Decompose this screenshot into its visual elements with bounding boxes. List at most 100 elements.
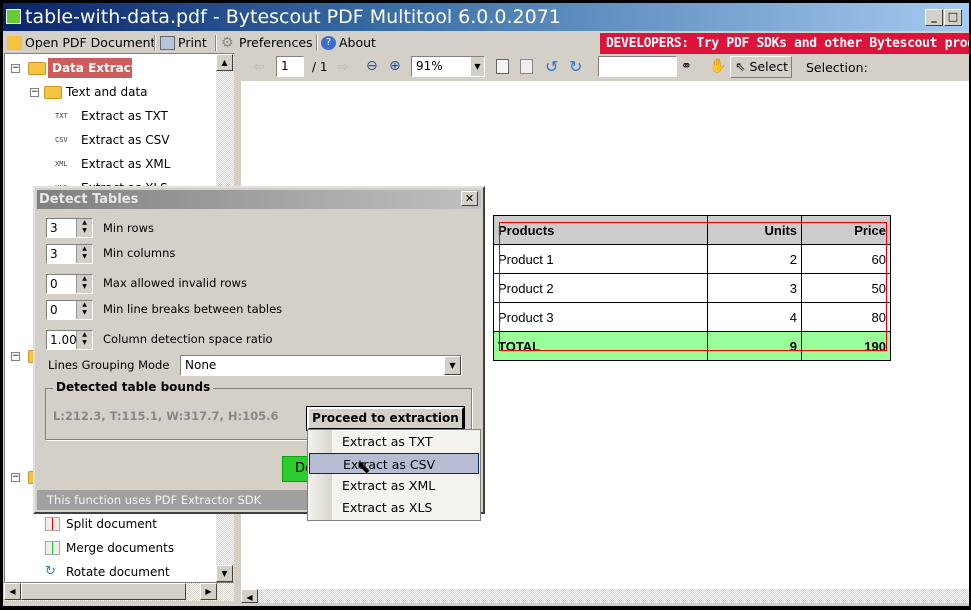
grouping-value: None: [185, 358, 217, 372]
scroll-left-button[interactable]: ◀: [241, 589, 258, 603]
proceed-to-extraction-button[interactable]: Proceed to extraction: [306, 406, 465, 431]
dialog-title: Detect Tables: [37, 190, 481, 209]
select-tool-button[interactable]: ⇖ Select: [730, 56, 792, 78]
tree-node-label: Data Extraction: [48, 58, 132, 78]
stepper-value: 0: [50, 277, 58, 291]
hand-tool-icon[interactable]: ✋: [709, 58, 726, 74]
txt-icon: TXT: [55, 112, 68, 120]
collapse-icon[interactable]: −: [11, 472, 20, 482]
min-columns-stepper[interactable]: 3 ▲ ▼: [46, 244, 93, 264]
min-line-breaks-stepper[interactable]: 0 ▲ ▼: [46, 300, 93, 320]
max-invalid-rows-stepper[interactable]: 0 ▲ ▼: [46, 274, 93, 294]
stepper-value: 3: [50, 247, 58, 261]
search-input[interactable]: [598, 56, 677, 77]
min-columns-label: Min columns: [103, 246, 176, 260]
minimize-button[interactable]: _: [925, 9, 943, 26]
spin-arrows-icon[interactable]: ▲ ▼: [76, 301, 92, 319]
separator: [154, 35, 156, 51]
tree-node-data-extraction[interactable]: − Data Extraction: [11, 58, 132, 78]
menu-item-extract-csv[interactable]: Extract as CSV: [309, 453, 479, 474]
tree-item-label: Split document: [66, 517, 157, 531]
page-number-input[interactable]: 1: [276, 56, 304, 77]
preferences-button[interactable]: ⚙ Preferences: [221, 34, 313, 51]
zoom-select[interactable]: 91% ▼: [411, 56, 485, 77]
zoom-out-icon[interactable]: ⊖: [366, 58, 378, 74]
printer-icon: [160, 35, 175, 50]
separator: [215, 35, 217, 51]
tree-node-text-and-data[interactable]: − Text and data: [30, 82, 148, 102]
cursor-icon: ⇖: [735, 59, 746, 74]
tree-item-label: Rotate document: [66, 565, 170, 579]
tree-item-extract-xml[interactable]: XML Extract as XML: [55, 154, 170, 174]
maximize-button[interactable]: □: [944, 9, 962, 26]
xml-icon: XML: [55, 160, 68, 168]
min-rows-label: Min rows: [103, 221, 154, 235]
open-folder-icon: [7, 35, 22, 50]
page-total: / 1: [312, 60, 328, 74]
tree-horizontal-scrollbar[interactable]: ◀ ▶: [4, 583, 234, 601]
detected-bounds-value: L:212.3, T:115.1, W:317.7, H:105.6: [53, 409, 279, 423]
tree-item-extract-txt[interactable]: TXT Extract as TXT: [55, 106, 168, 126]
tree-item-rotate[interactable]: ↻ Rotate document: [45, 562, 170, 582]
single-page-icon[interactable]: [496, 59, 509, 74]
print-button[interactable]: Print: [160, 34, 207, 51]
spin-arrows-icon[interactable]: ▲ ▼: [76, 245, 92, 263]
next-page-icon[interactable]: ⇨: [337, 59, 349, 75]
detected-table-bounds-overlay: [499, 222, 887, 351]
rotate-right-icon[interactable]: ↻: [569, 57, 582, 76]
min-line-breaks-label: Min line breaks between tables: [103, 302, 283, 316]
min-rows-stepper[interactable]: 3 ▲ ▼: [46, 218, 93, 238]
developers-promo-banner[interactable]: DEVELOPERS: Try PDF SDKs and other Bytes…: [600, 33, 969, 54]
tree-item-merge[interactable]: Merge documents: [45, 538, 174, 558]
mouse-cursor-icon: ⬉: [356, 457, 372, 478]
collapse-icon[interactable]: −: [30, 87, 39, 97]
open-label: Open PDF Document: [25, 35, 156, 50]
column-space-ratio-label: Column detection space ratio: [103, 332, 273, 346]
print-label: Print: [178, 35, 207, 50]
merge-icon: [45, 541, 60, 555]
binoculars-icon[interactable]: ⚭: [681, 59, 692, 74]
app-icon: [6, 9, 21, 24]
scroll-down-button[interactable]: ▼: [216, 565, 233, 582]
page-layout-icon[interactable]: [520, 59, 533, 74]
tree-item-label: Extract as TXT: [81, 109, 168, 123]
spin-arrows-icon[interactable]: ▲ ▼: [76, 275, 92, 293]
zoom-in-icon[interactable]: ⊕: [389, 58, 401, 74]
spin-arrows-icon[interactable]: ▲ ▼: [76, 331, 92, 349]
scroll-up-button[interactable]: ▲: [216, 54, 233, 71]
scroll-left-button[interactable]: ◀: [4, 583, 21, 600]
tree-node-label: Text and data: [66, 85, 148, 99]
open-pdf-button[interactable]: Open PDF Document: [7, 34, 155, 51]
prev-page-icon[interactable]: ⇦: [253, 59, 265, 75]
stepper-value: 3: [50, 221, 58, 235]
tree-item-label: Extract as CSV: [81, 133, 170, 147]
scroll-thumb[interactable]: [21, 583, 186, 600]
tree-item-split[interactable]: Split document: [45, 514, 157, 534]
extraction-menu: Extract as TXT Extract as CSV Extract as…: [307, 429, 481, 521]
selection-label: Selection:: [806, 60, 868, 75]
collapse-icon[interactable]: −: [11, 63, 20, 73]
about-button[interactable]: ? About: [321, 34, 376, 51]
title-bar: table-with-data.pdf - Bytescout PDF Mult…: [3, 3, 969, 31]
menu-item-extract-xml[interactable]: Extract as XML: [309, 475, 479, 496]
menu-item-extract-txt[interactable]: Extract as TXT: [309, 431, 479, 452]
about-label: About: [339, 35, 376, 50]
dialog-close-button[interactable]: ✕: [461, 191, 478, 206]
spin-arrows-icon[interactable]: ▲ ▼: [76, 219, 92, 237]
menu-item-extract-xls[interactable]: Extract as XLS: [309, 497, 479, 518]
scroll-right-button[interactable]: ▶: [200, 583, 217, 600]
lines-grouping-select[interactable]: None ▼: [180, 355, 462, 376]
stepper-value: 0: [50, 303, 58, 317]
chevron-down-icon[interactable]: ▼: [471, 57, 484, 76]
preferences-label: Preferences: [239, 35, 313, 50]
rotate-left-icon[interactable]: ↺: [545, 57, 558, 76]
chevron-down-icon[interactable]: ▼: [444, 356, 461, 375]
tree-item-extract-csv[interactable]: CSV Extract as CSV: [55, 130, 169, 150]
stepper-value: 1.00: [50, 333, 77, 347]
viewer-horizontal-scrollbar[interactable]: ◀: [241, 589, 969, 603]
column-space-ratio-stepper[interactable]: 1.00 ▲ ▼: [46, 330, 93, 350]
detected-bounds-title: Detected table bounds: [53, 380, 214, 394]
collapse-icon[interactable]: −: [11, 351, 20, 361]
csv-icon: CSV: [55, 136, 68, 144]
max-invalid-rows-label: Max allowed invalid rows: [103, 276, 247, 290]
